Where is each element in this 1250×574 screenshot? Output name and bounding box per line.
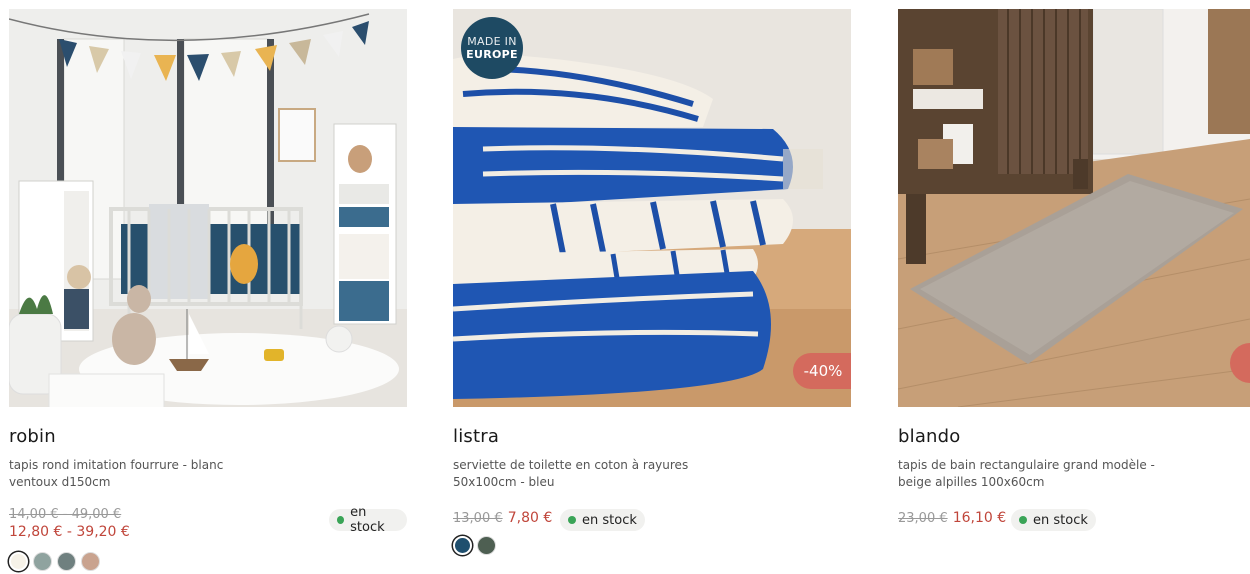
product-image-listra[interactable]: MADE IN EUROPE -40% bbox=[453, 9, 851, 407]
stock-badge: en stock bbox=[560, 509, 645, 531]
product-description[interactable]: tapis de bain rectangulaire grand modèle… bbox=[898, 457, 1178, 491]
discount-badge: -40% bbox=[793, 353, 851, 389]
stock-badge: en stock bbox=[1011, 509, 1096, 531]
pricing: 14,00 € - 49,00 € 12,80 € - 39,20 € en s… bbox=[9, 505, 407, 547]
swatch-color[interactable] bbox=[9, 552, 28, 571]
product-name[interactable]: robin bbox=[9, 426, 407, 447]
product-name[interactable]: blando bbox=[898, 426, 1250, 447]
stock-label: en stock bbox=[582, 512, 637, 528]
swatch-color[interactable] bbox=[477, 536, 496, 555]
product-card-robin[interactable]: robin tapis rond imitation fourrure - bl… bbox=[9, 9, 407, 574]
old-price: 23,00 € bbox=[898, 511, 948, 526]
product-card-blando[interactable]: blando tapis de bain rectangulaire grand… bbox=[898, 9, 1250, 574]
product-image-blando[interactable] bbox=[898, 9, 1250, 407]
swatch-color[interactable] bbox=[453, 536, 472, 555]
made-in-europe-badge: MADE IN EUROPE bbox=[461, 17, 523, 79]
swatch-color[interactable] bbox=[57, 552, 76, 571]
stock-label: en stock bbox=[1033, 512, 1088, 528]
swatch-color[interactable] bbox=[81, 552, 100, 571]
product-card-listra[interactable]: MADE IN EUROPE -40% listra serviette de … bbox=[453, 9, 851, 574]
pricing: 13,00 € 7,80 € en stock bbox=[453, 507, 851, 547]
swatch-color[interactable] bbox=[33, 552, 52, 571]
badge-line1: MADE IN bbox=[467, 35, 517, 48]
green-dot-icon bbox=[337, 516, 345, 524]
product-grid: robin tapis rond imitation fourrure - bl… bbox=[0, 0, 1250, 574]
product-image-robin[interactable] bbox=[9, 9, 407, 407]
product-name[interactable]: listra bbox=[453, 426, 851, 447]
badge-line2: EUROPE bbox=[466, 48, 518, 61]
stock-label: en stock bbox=[350, 505, 385, 535]
green-dot-icon bbox=[568, 516, 576, 524]
pricing: 23,00 € 16,10 € en stock bbox=[898, 507, 1250, 547]
sale-price: 7,80 € bbox=[507, 510, 553, 526]
green-dot-icon bbox=[1019, 516, 1027, 524]
old-price: 13,00 € bbox=[453, 511, 503, 526]
product-description[interactable]: serviette de toilette en coton à rayures… bbox=[453, 457, 743, 491]
sale-price: 16,10 € bbox=[952, 510, 1007, 526]
product-description[interactable]: tapis rond imitation fourrure - blanc ve… bbox=[9, 457, 259, 491]
stock-badge: en stock bbox=[329, 505, 407, 535]
color-swatches bbox=[9, 552, 407, 571]
